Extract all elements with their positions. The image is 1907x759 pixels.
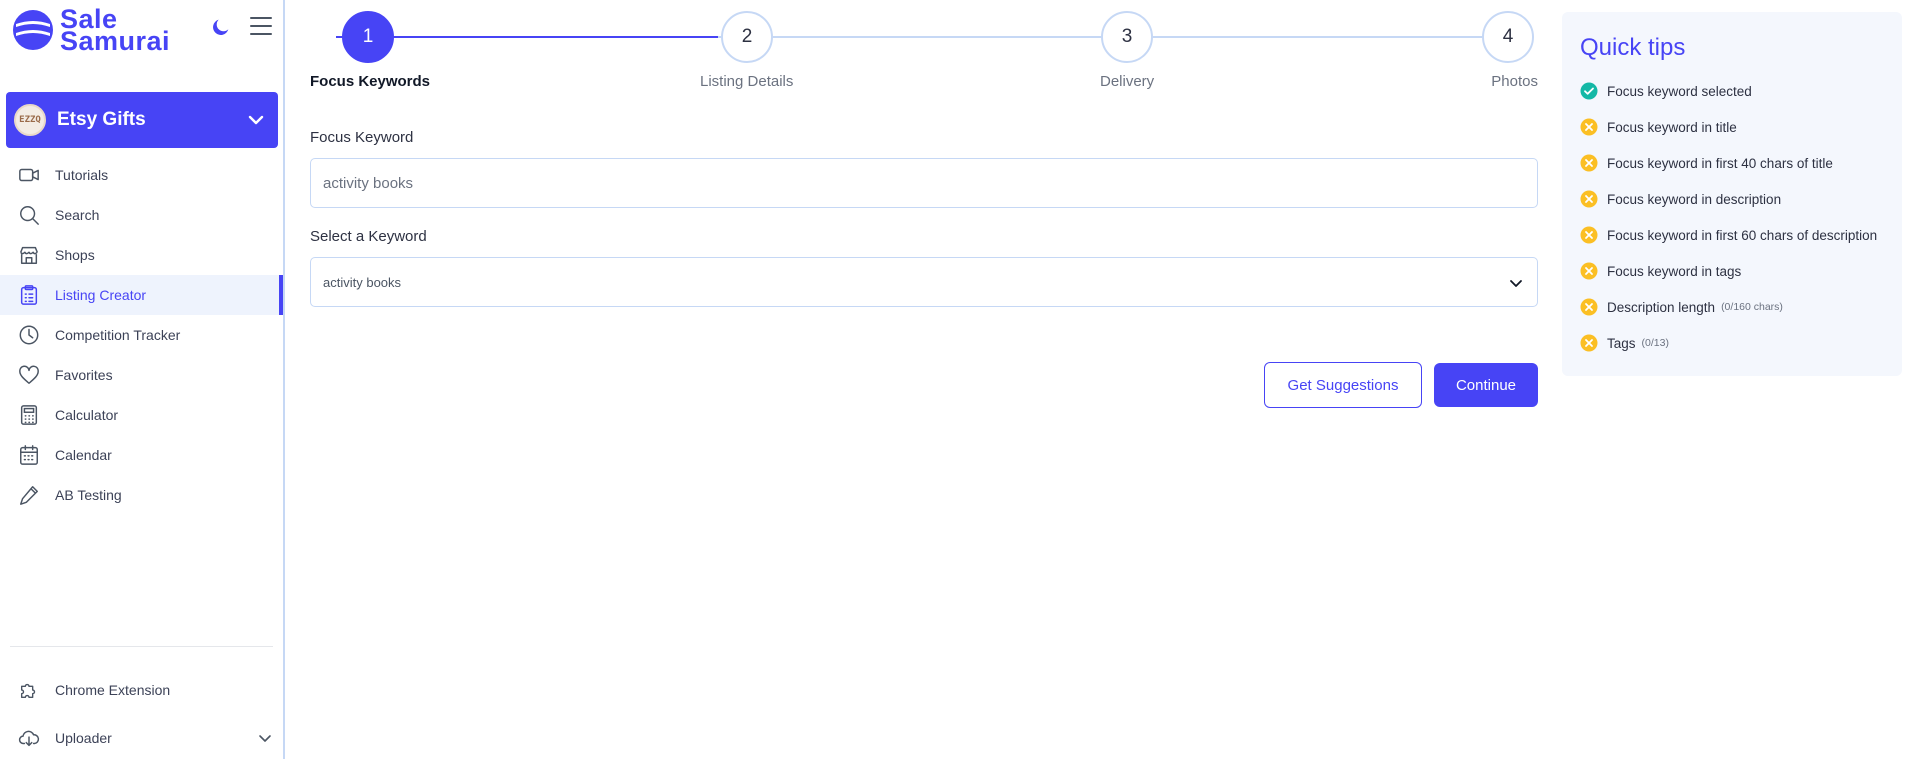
tip-item: Focus keyword in title [1580, 115, 1737, 139]
tip-label: Focus keyword selected [1607, 83, 1752, 99]
store-icon [20, 246, 38, 264]
sidebar-item-label: Chrome Extension [55, 682, 171, 698]
tip-count: (0/13) [1641, 337, 1669, 349]
pen-icon [20, 486, 38, 505]
tip-item: Focus keyword in first 60 chars of descr… [1580, 223, 1877, 247]
step-1-label: Focus Keywords [310, 73, 431, 90]
sidebar-item-label: Favorites [55, 367, 113, 383]
step-3[interactable]: 3 [1101, 11, 1153, 63]
tip-item: Focus keyword in tags [1580, 259, 1741, 283]
clock-icon [19, 325, 39, 345]
sidebar-item-label: Uploader [55, 730, 112, 746]
tip-label: Focus keyword in first 60 chars of descr… [1607, 227, 1878, 243]
stepper: 1 2 3 4 Focus Keywords Listing Details D… [310, 10, 1538, 95]
x-circle-icon [1580, 334, 1598, 352]
x-circle-icon [1580, 226, 1598, 244]
sidebar-item-label: Calendar [55, 447, 112, 463]
step-4[interactable]: 4 [1482, 11, 1534, 63]
sidebar-item-calendar[interactable]: Calendar [0, 435, 283, 475]
tip-item: Focus keyword selected [1580, 79, 1752, 103]
tip-label: Focus keyword in first 40 chars of title [1607, 155, 1833, 171]
x-circle-icon [1580, 190, 1598, 208]
get-suggestions-button[interactable]: Get Suggestions [1264, 362, 1422, 408]
clipboard-icon [20, 285, 38, 305]
shop-selector[interactable]: EZZQ Etsy Gifts [6, 92, 278, 148]
continue-button[interactable]: Continue [1434, 363, 1538, 407]
sidebar-item-shops[interactable]: Shops [0, 235, 283, 275]
chevron-down-icon [1510, 280, 1522, 287]
cloud-download-icon [18, 730, 40, 747]
logo-text: Sale Samurai [60, 6, 171, 56]
sidebar-item-favorites[interactable]: Favorites [0, 355, 283, 395]
focus-keyword-input[interactable] [310, 158, 1538, 208]
sidebar: Sale Samurai EZZQ Etsy Gifts Tutorials S… [0, 0, 285, 759]
select-keyword-label: Select a Keyword [310, 228, 427, 245]
step-3-label: Delivery [1100, 73, 1155, 90]
step-4-label: Photos [1491, 73, 1538, 90]
tip-label: Focus keyword in description [1607, 191, 1782, 207]
sidebar-item-label: Calculator [55, 407, 119, 423]
sidebar-item-chrome-extension[interactable]: Chrome Extension [0, 672, 283, 708]
tip-label: Tags [1607, 335, 1636, 351]
sidebar-item-tutorials[interactable]: Tutorials [0, 155, 283, 195]
calculator-icon [20, 405, 38, 425]
tip-item: Focus keyword in first 40 chars of title [1580, 151, 1833, 175]
search-icon [20, 206, 39, 225]
x-circle-icon [1580, 262, 1598, 280]
sidebar-item-calculator[interactable]: Calculator [0, 395, 283, 435]
tip-item: Focus keyword in description [1580, 187, 1781, 211]
check-circle-icon [1580, 82, 1598, 100]
logo-icon [13, 10, 53, 50]
tip-label: Description length [1607, 299, 1716, 315]
sidebar-item-label: Competition Tracker [55, 327, 181, 343]
quick-tips-panel: Quick tips Focus keyword selected Focus … [1562, 12, 1902, 376]
focus-keyword-label: Focus Keyword [310, 129, 414, 146]
shop-name: Etsy Gifts [57, 109, 146, 130]
sidebar-item-label: Tutorials [55, 167, 109, 183]
x-circle-icon [1580, 298, 1598, 316]
keyword-select-value: activity books [323, 274, 402, 290]
sidebar-item-listing-creator[interactable]: Listing Creator [0, 275, 283, 315]
tip-item: Description length (0/160 chars) [1580, 295, 1783, 319]
sidebar-nav: Tutorials Search Shops Listing Creator C… [0, 155, 283, 515]
step-2-label: Listing Details [700, 73, 794, 90]
quick-tips-title: Quick tips [1580, 34, 1686, 61]
tip-count: (0/160 chars) [1721, 301, 1783, 313]
chevron-down-icon [248, 115, 264, 125]
keyword-select[interactable]: activity books [310, 257, 1538, 307]
moon-icon[interactable] [210, 16, 232, 38]
sidebar-item-competition-tracker[interactable]: Competition Tracker [0, 315, 283, 355]
logo-line-2: Samurai [60, 26, 171, 56]
sidebar-item-label: Search [55, 207, 100, 223]
tip-item: Tags (0/13) [1580, 331, 1669, 355]
x-circle-icon [1580, 118, 1598, 136]
heart-icon [19, 365, 39, 384]
puzzle-icon [20, 683, 36, 699]
sidebar-item-ab-testing[interactable]: AB Testing [0, 475, 283, 515]
video-icon [19, 168, 39, 182]
sidebar-item-label: AB Testing [55, 487, 122, 503]
sidebar-item-label: Shops [55, 247, 95, 263]
step-2[interactable]: 2 [721, 11, 773, 63]
calendar-icon [20, 445, 38, 465]
x-circle-icon [1580, 154, 1598, 172]
chevron-down-icon[interactable] [257, 730, 273, 746]
menu-icon[interactable] [250, 17, 272, 37]
tip-label: Focus keyword in tags [1607, 263, 1742, 279]
logo[interactable]: Sale Samurai [12, 6, 171, 56]
shop-avatar: EZZQ [14, 104, 46, 136]
step-1[interactable]: 1 [342, 11, 394, 63]
tip-label: Focus keyword in title [1607, 119, 1737, 135]
sidebar-item-search[interactable]: Search [0, 195, 283, 235]
sidebar-item-uploader[interactable]: Uploader [0, 720, 283, 756]
sidebar-divider [10, 646, 273, 647]
sidebar-item-label: Listing Creator [55, 287, 147, 303]
